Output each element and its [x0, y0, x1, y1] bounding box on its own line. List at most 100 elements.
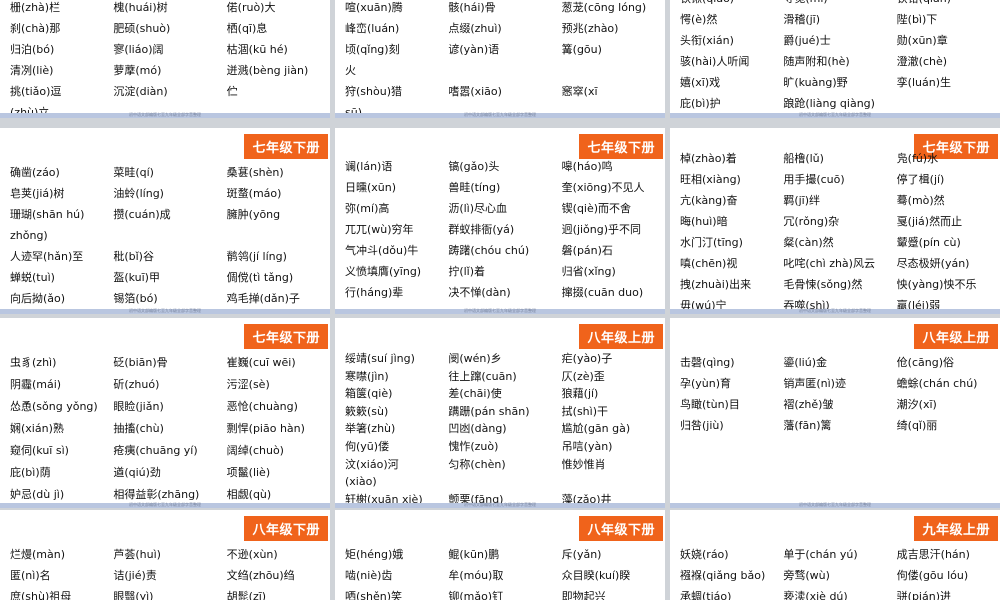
vocab-entry: 刹(chà)那 [10, 22, 61, 35]
vocab-entry: 伧(cāng)俗 [896, 356, 954, 369]
vocab-entry: 窥伺(kuī sì) [10, 444, 69, 457]
card-c6: 七年级下册 棹(zhào)着 船橹(lǔ) 凫(fú)水 旺相(xiàng) 用手撮(c… [670, 128, 1000, 314]
card-c3: 铁锹(qiāo)寻觅(mì)铁钳(qián) 愕(è)然 滑稽(jī) 陛(bì)下头… [670, 0, 1000, 118]
vocab-entry: 葱茏(cōng lóng) [561, 1, 647, 14]
word-row: 嬉(xī)戏 旷(kuàng)野 孪(luán)生 [680, 72, 990, 93]
vocab-entry: 预兆(zhào) [561, 22, 619, 35]
vocab-entry: 铆(mǎo)钉 [448, 590, 504, 600]
word-row: 义愤填膺(yīng) 拧(lǐ)着 归省(xǐng) [345, 261, 655, 282]
vocab-entry: 栖(qī)息 [226, 22, 268, 35]
vocab-entry: 叱咤(chì zhà)风云 [783, 257, 875, 270]
vocab-entry: 肥硕(shuò) [113, 22, 171, 35]
card-c1: 栅(zhà)栏 槐(huái)树 偌(ruò)大 刹(chà)那 肥硕(shuò) 栖(q… [0, 0, 330, 118]
vocab-entry: 往上蹿(cuān) [448, 369, 517, 383]
word-row: 亢(kàng)奋 羁(jī)绊 蓦(mò)然 [680, 190, 990, 211]
vocab-entry: 遒(qiú)劲 [113, 466, 161, 479]
vocab-entry: 斑蝥(máo) [226, 187, 282, 200]
vocab-entry: 迸溅(bèng jiàn) [226, 64, 309, 77]
vocab-entry: zhǒng) [10, 229, 48, 242]
vocab-entry: 骸(hái)骨 [448, 1, 496, 14]
vocab-entry: 颦蹙(pín cù) [896, 236, 961, 249]
word-row: 晦(huì)暗 冗(rǒng)杂 戛(jiá)然而止 [680, 211, 990, 232]
vocab-entry: 皂荚(jiá)树 [10, 187, 65, 200]
vocab-entry: 羁(jī)绊 [783, 194, 821, 207]
vocab-entry: 箱箧(qiè) [345, 387, 393, 401]
vocab-entry: 顷(qǐng)刻 [345, 43, 400, 56]
vocab-entry: 鸟瞰(tùn)目 [680, 398, 740, 411]
card-body: 烂熳(màn) 芦荟(huì) 不逊(xùn) 匿(nì)名 诘(jié)责 文绉(zhō… [10, 544, 320, 600]
word-row: 汶(xiáo)河 匀称(chèn) 惟妙惟肖 [345, 456, 655, 474]
vocab-entry: 粲(càn)然 [783, 236, 834, 249]
vocab-entry: 寻觅(mì) [773, 0, 876, 9]
vocab-entry: 拽(zhuài)出来 [680, 278, 752, 291]
card-footer: 初中语文部编版七至九年级全部字音整理 [335, 112, 665, 118]
vocab-entry: 归泊(bó) [10, 43, 55, 56]
word-row: 击磬(qìng) 鎏(liú)金 伧(cāng)俗 [680, 352, 990, 373]
vocab-entry: 佝(yū)偻 [345, 439, 390, 453]
word-row: 挑(tiǎo)逗 沉淀(diàn) 伫 [10, 81, 320, 102]
vocab-entry: 日曛(xūn) [345, 181, 397, 194]
word-row: 兀兀(wù)穷年 群蚁排衙(yá) 迥(jiǒng)乎不同 [345, 219, 655, 240]
vocab-entry: 勋(xūn)章 [896, 34, 948, 47]
vocab-entry: 眼翳(yì) [113, 590, 154, 600]
card-body: 虫豸(zhì) 砭(biān)骨 崔巍(cuī wēi) 阴霾(mái) 斫(zhuó)… [10, 352, 320, 506]
vocab-entry: 油蛉(líng) [113, 187, 164, 200]
vocab-entry: 众目睽(kuí)睽 [561, 569, 631, 582]
vocab-entry: 胡髭(zī) [226, 590, 267, 600]
vocab-entry: 人迹罕(hǎn)至 [10, 250, 84, 263]
vocab-entry: 谚(yàn)语 [448, 43, 500, 56]
word-row: 弥(mí)高 沥(lì)尽心血 锲(qiè)而不舍 [345, 198, 655, 219]
vocab-entry: 萝藦(mó) [113, 64, 162, 77]
vocab-entry [877, 93, 990, 114]
vocab-entry: 哂(shěn)笑 [345, 590, 403, 600]
vocab-entry: 锡箔(bó) [113, 292, 158, 305]
vocab-entry: 踉跄(liàng qiàng) [783, 97, 875, 110]
card-c4: 七年级下册 确凿(záo) 菜畦(qí) 桑葚(shèn) 皂荚(jiá)树 油蛉(lí… [0, 128, 330, 314]
word-row: 清冽(liè) 萝藦(mó) 迸溅(bèng jiàn) [10, 60, 320, 81]
vocab-entry [438, 473, 541, 491]
vocab-entry: 水门汀(tīng) [680, 236, 743, 249]
vocab-entry: 旷(kuàng)野 [783, 76, 848, 89]
vocab-entry: 澄澈(chè) [896, 55, 948, 68]
vocab-entry: 庇(bì)荫 [10, 466, 51, 479]
vocab-entry: 啮(niè)齿 [345, 569, 393, 582]
vocab-entry: 挑(tiǎo)逗 [10, 85, 62, 98]
vocab-entry: 怂恿(sǒng yǒng) [10, 400, 98, 413]
vocab-entry: 归咎(jiù) [680, 419, 724, 432]
word-row: 承蜩(tiáo) 亵渎(xiè dú) 骈(pián)进 [680, 586, 990, 600]
vocab-entry: 镐(gǎo)头 [448, 160, 500, 173]
word-row: 庶(shù)祖母 眼翳(yì) 胡髭(zī) [10, 586, 320, 600]
word-row: 顷(qǐng)刻 谚(yàn)语 篝(gōu) [345, 39, 655, 60]
vocab-entry: 凫(fú)水 [896, 152, 939, 165]
word-row: 归咎(jiù) 藩(fān)篱 绮(qǐ)丽 [680, 415, 990, 436]
card-body: 绥靖(suí jìng) 阌(wén)乡 疟(yào)子 寒噤(jìn) 往上蹿(cuā… [345, 350, 655, 508]
vocab-entry: 随声附和(hè) [783, 55, 850, 68]
word-row: 簌簌(sù) 蹒跚(pán shān) 拭(shì)干 [345, 403, 655, 421]
word-row: 庇(bì)护 踉跄(liàng qiàng) [680, 93, 990, 114]
vocab-entry [438, 60, 541, 81]
vocab-entry: 庶(shù)祖母 [10, 590, 72, 600]
vocab-entry: 用手撮(cuō) [783, 173, 845, 186]
vocab-entry: 骈(pián)进 [896, 590, 951, 600]
vocab-entry: 匿(nì)名 [10, 569, 51, 582]
card-footer: 初中语文部编版七至九年级全部字音整理 [670, 308, 1000, 314]
grade-badge: 七年级下册 [244, 134, 328, 159]
vocab-entry: 诘(jié)责 [113, 569, 157, 582]
vocab-entry [103, 225, 206, 246]
vocab-entry: 嗥(háo)鸣 [561, 160, 613, 173]
vocab-entry: 蓦(mò)然 [896, 194, 945, 207]
vocab-entry: 绥靖(suí jìng) [345, 352, 415, 365]
vocab-entry [542, 60, 655, 81]
vocab-entry: 陛(bì)下 [896, 13, 938, 26]
vocab-entry: 阌(wén)乡 [448, 352, 502, 365]
vocab-entry: 鸡毛掸(dǎn)子 [226, 292, 300, 305]
vocab-entry: 惟妙惟肖 [561, 457, 606, 471]
vocab-entry: 崔巍(cuī wēi) [226, 356, 296, 369]
word-row: 火 [345, 60, 655, 81]
word-row: 举箸(zhù) 凹凼(dàng) 尴尬(gān gà) [345, 420, 655, 438]
vocab-entry: 臃肿(yōng [226, 208, 281, 221]
vocab-entry: 鎏(liú)金 [783, 356, 827, 369]
vocab-entry: 吊唁(yàn) [561, 439, 613, 453]
vocab-entry: (xiào) [345, 475, 377, 489]
vocab-entry: 踌躇(chóu chú) [448, 244, 530, 257]
